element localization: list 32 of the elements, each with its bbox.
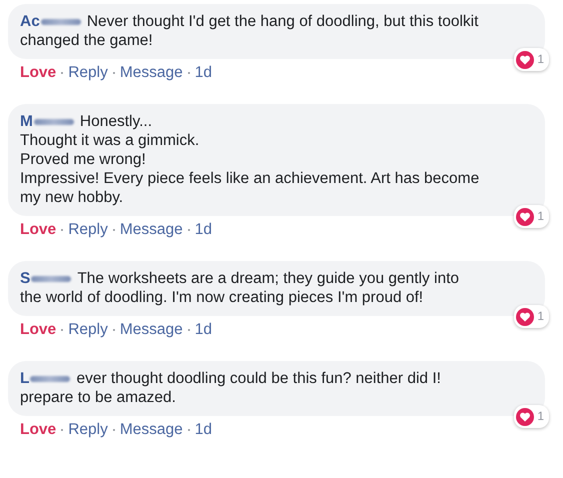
comment-action-link[interactable]: Message — [120, 421, 183, 439]
comment-action-link[interactable]: Message — [120, 221, 183, 239]
comment-action-link[interactable]: Love — [20, 421, 56, 439]
reaction-badge[interactable]: 1 — [514, 205, 549, 228]
comment-text: S The worksheets are a dream; they guide you gently into the world of doodling. I'm now creating pieces I'm proud of! — [20, 269, 460, 307]
comment-time[interactable]: 1d — [194, 421, 212, 439]
comment-text: M Honestly... Thought it was a gimmick. Proved me wrong! Impressive! Every piece feels like an achievement. Art has become my new hobby. — [20, 112, 480, 207]
comment-text: Ac Never thought I'd get the hang of doodling, but this toolkit changed the game! — [20, 12, 480, 50]
author-name[interactable]: M — [20, 112, 74, 131]
comment-action-link[interactable]: Love — [20, 221, 56, 239]
reaction-count: 1 — [537, 208, 544, 225]
comment-time[interactable]: 1d — [194, 64, 212, 82]
comment-action-link[interactable]: Reply — [68, 421, 108, 439]
author-name[interactable]: Ac — [20, 12, 81, 31]
comment-action-link[interactable]: Love — [20, 321, 56, 339]
reaction-badge[interactable]: 1 — [514, 405, 549, 428]
comment-action-link[interactable]: Reply — [68, 221, 108, 239]
reaction-badge[interactable]: 1 — [514, 48, 549, 71]
reaction-count: 1 — [537, 408, 544, 425]
comment-text: L ever thought doodling could be this fun? neither did I! prepare to be amazed. — [20, 369, 442, 407]
comment-action-link[interactable]: Reply — [68, 64, 108, 82]
comment-action-link[interactable]: Message — [120, 64, 183, 82]
comment-action-link[interactable]: Reply — [68, 321, 108, 339]
reaction-count: 1 — [537, 308, 544, 325]
comment-time[interactable]: 1d — [194, 221, 212, 239]
comment-action-link[interactable]: Message — [120, 321, 183, 339]
reaction-count: 1 — [537, 51, 544, 68]
author-name[interactable]: L — [20, 369, 70, 388]
comment-action-link[interactable]: Love — [20, 64, 56, 82]
comment-time[interactable]: 1d — [194, 321, 212, 339]
reaction-badge[interactable]: 1 — [514, 305, 549, 328]
author-name[interactable]: S — [20, 269, 72, 288]
